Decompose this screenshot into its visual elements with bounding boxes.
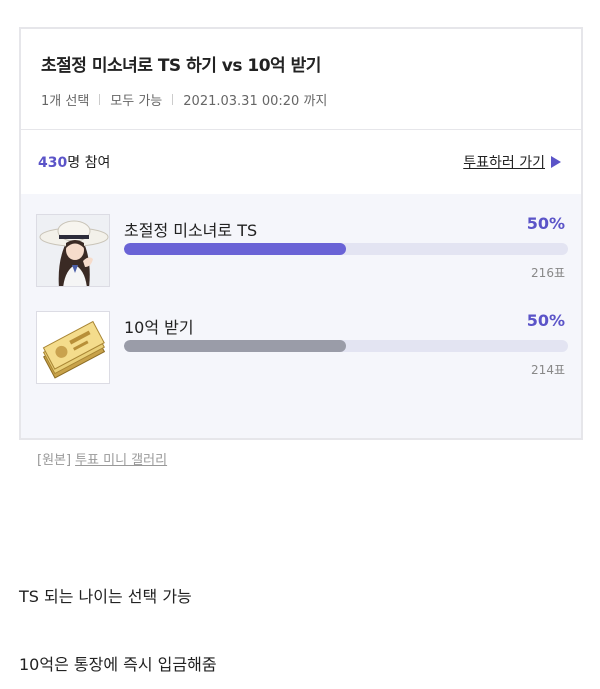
option-percent: 50% bbox=[526, 214, 565, 233]
source-gallery-link[interactable]: 투표 미니 갤러리 bbox=[75, 453, 167, 468]
poll-card: 초절정 미소녀로 TS 하기 vs 10억 받기 1개 선택 모두 가능 202… bbox=[19, 27, 583, 440]
go-vote-link[interactable]: 투표하러 가기 bbox=[463, 152, 561, 172]
option-progress-fill bbox=[124, 340, 346, 352]
post-text-line: 10억은 통장에 즉시 입금해줌 bbox=[19, 655, 217, 674]
option-percent: 50% bbox=[526, 311, 565, 330]
anime-girl-with-hat-image bbox=[36, 214, 110, 287]
poll-summary-row: 430명 참여 투표하러 가기 bbox=[21, 130, 581, 194]
go-vote-label: 투표하러 가기 bbox=[463, 155, 545, 171]
option-progress-track bbox=[124, 243, 568, 255]
poll-title: 초절정 미소녀로 TS 하기 vs 10억 받기 bbox=[41, 56, 321, 76]
option-progress-track bbox=[124, 340, 568, 352]
poll-option[interactable]: 10억 받기 50% 214표 bbox=[21, 311, 581, 408]
option-votes: 216표 bbox=[531, 266, 565, 280]
participant-number: 430 bbox=[38, 155, 68, 171]
option-label: 초절정 미소녀로 TS bbox=[124, 221, 258, 240]
poll-option[interactable]: 초절정 미소녀로 TS 50% 216표 bbox=[21, 214, 581, 311]
poll-visibility: 모두 가능 bbox=[110, 94, 163, 109]
poll-selection-type: 1개 선택 bbox=[41, 94, 90, 109]
option-votes: 214표 bbox=[531, 363, 565, 377]
play-arrow-icon bbox=[551, 156, 561, 168]
option-progress-fill bbox=[124, 243, 346, 255]
poll-header: 초절정 미소녀로 TS 하기 vs 10억 받기 1개 선택 모두 가능 202… bbox=[21, 29, 581, 130]
participant-suffix: 명 참여 bbox=[67, 155, 111, 171]
meta-divider bbox=[172, 94, 174, 105]
source-line: [원본] 투표 미니 갤러리 bbox=[37, 449, 167, 468]
option-label: 10억 받기 bbox=[124, 318, 194, 337]
poll-deadline: 2021.03.31 00:20 까지 bbox=[183, 94, 328, 109]
participant-count: 430명 참여 bbox=[38, 152, 110, 172]
post-text-line: TS 되는 나이는 선택 가능 bbox=[19, 587, 192, 606]
korean-won-banknotes-image bbox=[36, 311, 110, 384]
meta-divider bbox=[99, 94, 101, 105]
poll-meta: 1개 선택 모두 가능 2021.03.31 00:20 까지 bbox=[41, 90, 581, 109]
source-prefix: [원본] bbox=[37, 453, 72, 468]
poll-options: 초절정 미소녀로 TS 50% 216표 10억 받기 50% 214표 bbox=[21, 194, 581, 438]
